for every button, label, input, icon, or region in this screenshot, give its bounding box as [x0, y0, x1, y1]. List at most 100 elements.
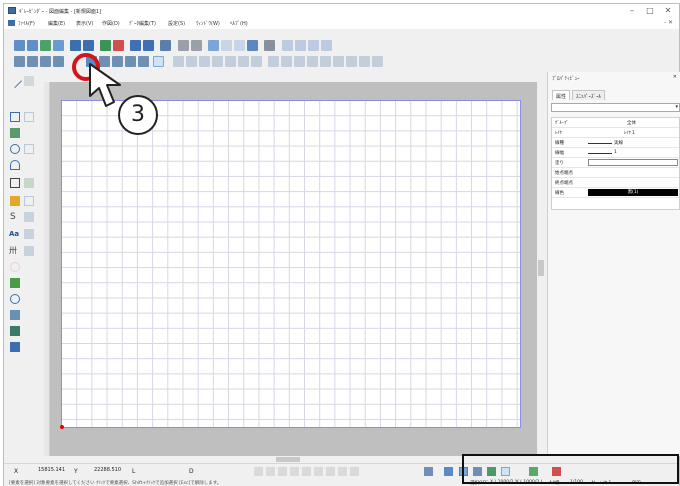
zoom-icon[interactable]: [282, 40, 293, 51]
prop-row-fill[interactable]: 塗り: [552, 158, 679, 168]
open-dwg-icon[interactable]: [40, 40, 51, 51]
menu-window[interactable]: ｳｨﾝﾄﾞｳ(W): [196, 20, 220, 27]
zoom-all-icon[interactable]: [321, 40, 332, 51]
join-icon[interactable]: [372, 56, 383, 67]
maximize-button[interactable]: □: [642, 6, 658, 16]
element-type-select[interactable]: ▾: [551, 103, 680, 112]
snap-endpoint-icon[interactable]: [254, 467, 263, 476]
rect-icon[interactable]: [10, 112, 20, 122]
break-icon[interactable]: [359, 56, 370, 67]
menu-draw[interactable]: 作図(D): [102, 20, 120, 27]
undo-icon[interactable]: [178, 40, 189, 51]
snap-tangent-icon[interactable]: [314, 467, 323, 476]
snap-grid-icon[interactable]: [350, 467, 359, 476]
save-icon[interactable]: [70, 40, 81, 51]
import-icon[interactable]: [53, 40, 64, 51]
save-dwg-icon[interactable]: [100, 40, 111, 51]
fence-icon[interactable]: [138, 56, 149, 67]
print-setup-icon[interactable]: [143, 40, 154, 51]
zoom-in-icon[interactable]: [295, 40, 306, 51]
close-button[interactable]: ✕: [660, 6, 676, 16]
zoom-out-icon[interactable]: [308, 40, 319, 51]
menu-help[interactable]: ﾍﾙﾌﾟ(H): [230, 20, 248, 27]
mirror-icon[interactable]: [225, 56, 236, 67]
menu-settings[interactable]: 設定(S): [168, 20, 185, 27]
order-icon[interactable]: [346, 56, 357, 67]
print-preview-icon[interactable]: [130, 40, 141, 51]
redo-icon[interactable]: [191, 40, 202, 51]
rect2-icon[interactable]: [24, 112, 34, 122]
polyline-icon[interactable]: [24, 76, 34, 86]
color-swatch[interactable]: 黒(1): [588, 189, 678, 196]
fill-field[interactable]: [588, 159, 678, 166]
menu-file[interactable]: ﾌｧｲﾙ(F): [18, 20, 35, 27]
point-icon[interactable]: [10, 262, 20, 272]
snap-intersection-icon[interactable]: [278, 467, 287, 476]
tab-snapper[interactable]: ｽﾆｯﾊﾟｰｽﾞｰﾙ: [572, 90, 606, 100]
pen-icon[interactable]: [153, 56, 164, 67]
save-as-icon[interactable]: [83, 40, 94, 51]
polygon-icon[interactable]: [10, 178, 20, 188]
snap-perpendicular-icon[interactable]: [302, 467, 311, 476]
image-icon[interactable]: [10, 342, 20, 352]
prop-row-end-cap[interactable]: 終点端点: [552, 178, 679, 188]
select-layer-icon[interactable]: [14, 56, 25, 67]
circle-icon[interactable]: [10, 144, 20, 154]
open-icon[interactable]: [27, 40, 38, 51]
ellipse-icon[interactable]: [10, 160, 20, 170]
x-coordinate[interactable]: 15815.141: [38, 467, 65, 475]
circle2-icon[interactable]: [24, 144, 34, 154]
prop-row-group[interactable]: ｸﾞﾙｰﾌﾟ 全体: [552, 118, 679, 128]
frame-icon[interactable]: [10, 196, 20, 206]
drawing-sheet[interactable]: [61, 100, 521, 428]
frame2-icon[interactable]: [24, 196, 34, 206]
panel-close-button[interactable]: ✕: [673, 74, 677, 80]
pointer-icon[interactable]: [173, 56, 184, 67]
rotate-icon[interactable]: [212, 56, 223, 67]
move-icon[interactable]: [186, 56, 197, 67]
pin-icon[interactable]: [264, 40, 275, 51]
ungroup-icon[interactable]: [281, 56, 292, 67]
spline2-icon[interactable]: [24, 212, 34, 222]
layer-icon[interactable]: [27, 56, 38, 67]
export-icon[interactable]: [160, 40, 171, 51]
cut-icon[interactable]: [208, 40, 219, 51]
copy-obj-icon[interactable]: [199, 56, 210, 67]
align-icon[interactable]: [320, 56, 331, 67]
polygon2-icon[interactable]: [24, 178, 34, 188]
snap-midpoint-icon[interactable]: [266, 467, 275, 476]
snap-nearest-icon[interactable]: [326, 467, 335, 476]
menu-view[interactable]: 表示(V): [76, 20, 93, 27]
grid-icon[interactable]: [40, 56, 51, 67]
vertical-scrollbar[interactable]: [537, 82, 545, 456]
vertical-scroll-thumb[interactable]: [538, 260, 544, 276]
print-icon[interactable]: [113, 40, 124, 51]
line-icon[interactable]: [7, 73, 23, 89]
prop-row-linetype[interactable]: 線種 実線: [552, 138, 679, 148]
prop-row-color[interactable]: 線色 黒(1): [552, 188, 679, 198]
menu-data-edit[interactable]: ﾃﾞｰﾀ編集(T): [129, 20, 156, 27]
snap-quadrant-icon[interactable]: [338, 467, 347, 476]
distribute-icon[interactable]: [333, 56, 344, 67]
magnify-icon[interactable]: [10, 294, 20, 304]
horizontal-scroll-thumb[interactable]: [276, 457, 300, 462]
snap-icon[interactable]: [53, 56, 64, 67]
menu-edit[interactable]: 編集(E): [48, 20, 65, 27]
scale-icon[interactable]: [238, 56, 249, 67]
dimension2-icon[interactable]: [24, 246, 34, 256]
symbol-icon[interactable]: [10, 326, 20, 336]
arc-icon[interactable]: [10, 128, 20, 138]
prop-row-layer[interactable]: ﾚｲﾔ ﾚｲﾔ 1: [552, 128, 679, 138]
snap-center-icon[interactable]: [290, 467, 299, 476]
prop-row-start-cap[interactable]: 始点端点: [552, 168, 679, 178]
array-icon[interactable]: [294, 56, 305, 67]
ortho-icon[interactable]: [424, 467, 433, 476]
tab-attributes[interactable]: 属性: [552, 90, 571, 100]
paste-icon[interactable]: [234, 40, 245, 51]
prop-row-linewidth[interactable]: 線幅 1: [552, 148, 679, 158]
hatch-icon[interactable]: [10, 278, 20, 288]
mdi-close-button[interactable]: - ✕: [664, 19, 673, 26]
minimize-button[interactable]: –: [624, 6, 640, 16]
text2-icon[interactable]: [24, 229, 34, 239]
table-icon[interactable]: [10, 310, 20, 320]
